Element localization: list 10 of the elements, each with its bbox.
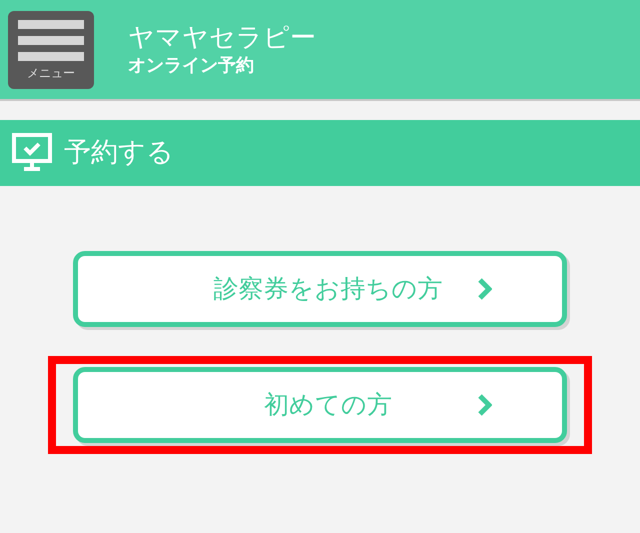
menu-button[interactable]: メニュー <box>8 10 94 88</box>
chevron-right-icon <box>478 394 492 416</box>
app-title: ヤマヤセラピー <box>128 24 316 50</box>
app-subtitle: オンライン予約 <box>128 56 255 74</box>
option-button[interactable]: 初めての方 <box>73 367 567 443</box>
chevron-right-icon <box>478 278 492 300</box>
monitor-check-icon <box>12 133 52 173</box>
menu-icon <box>18 20 84 64</box>
section-title: 予約する <box>64 136 174 170</box>
option-button[interactable]: 診察券をお持ちの方 <box>73 251 567 327</box>
